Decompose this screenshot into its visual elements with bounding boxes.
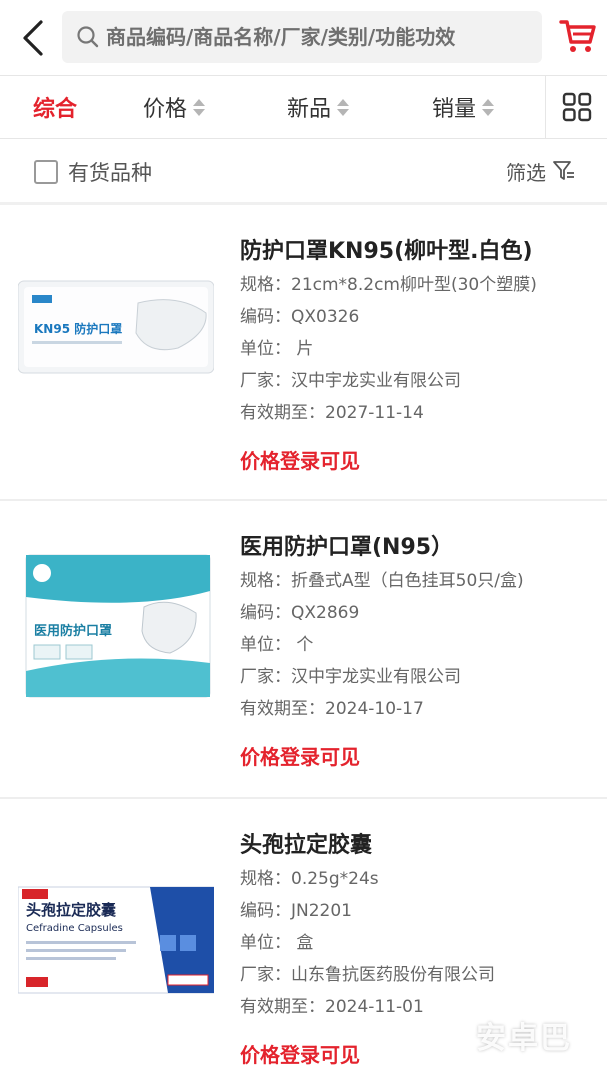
product-code: 编码：JN2201 xyxy=(240,901,352,921)
product-unit: 单位： 个 xyxy=(240,635,314,655)
back-button[interactable] xyxy=(14,16,50,60)
grid-icon xyxy=(562,92,591,122)
chevron-left-icon xyxy=(23,20,43,56)
sort-arrows-icon xyxy=(193,98,206,116)
layout-toggle-button[interactable] xyxy=(545,76,607,138)
sort-tab-label: 综合 xyxy=(33,97,78,122)
product-title: 防护口罩KN95(柳叶型.白色) xyxy=(240,239,533,264)
sort-bar: 综合 价格 新品 销量 xyxy=(0,76,607,138)
product-title: 医用防护口罩(N95） xyxy=(240,535,454,560)
search-input[interactable] xyxy=(106,17,526,57)
sortbar-divider xyxy=(0,138,607,139)
product-image-text: KN95 防护口罩 xyxy=(34,321,122,336)
sort-tab-label: 价格 xyxy=(143,97,188,122)
sort-tab-comprehensive[interactable]: 综合 xyxy=(33,76,77,138)
app-root: 综合 价格 新品 销量 有货品种 筛选 xyxy=(0,0,607,1080)
product-maker: 厂家：汉中宇龙实业有限公司 xyxy=(240,371,461,391)
sort-tab-label: 销量 xyxy=(432,97,477,122)
product-code: 编码：QX2869 xyxy=(240,603,360,623)
filter-funnel-icon xyxy=(553,161,574,180)
sort-tab-label: 新品 xyxy=(287,97,332,122)
product-expiry: 有效期至：2024-10-17 xyxy=(240,699,424,719)
product-spec: 规格：21cm*8.2cm柳叶型(30个塑膜) xyxy=(240,275,537,295)
filter-label: 筛选 xyxy=(506,160,546,185)
product-maker: 厂家：汉中宇龙实业有限公司 xyxy=(240,667,461,687)
product-image-text: 头孢拉定胶囊 xyxy=(26,901,117,919)
product-image: 医用防护口罩 xyxy=(18,551,214,701)
product-spec: 规格：折叠式A型（白色挂耳50只/盒) xyxy=(240,571,524,591)
product-image: 头孢拉定胶囊 Cefradine Capsules xyxy=(18,865,214,1015)
product-title: 头孢拉定胶囊 xyxy=(240,833,373,858)
cart-button[interactable] xyxy=(558,16,598,56)
product-card[interactable]: KN95 防护口罩 防护口罩KN95(柳叶型.白色) 规格：21cm*8.2cm… xyxy=(0,205,607,501)
in-stock-checkbox[interactable]: 有货品种 xyxy=(34,159,152,185)
product-unit: 单位： 盒 xyxy=(240,933,314,953)
sort-tab-new[interactable]: 新品 xyxy=(287,76,350,138)
cart-icon xyxy=(559,20,596,52)
top-header xyxy=(0,0,607,75)
product-image: KN95 防护口罩 xyxy=(18,253,214,403)
product-info: 医用防护口罩(N95） 规格：折叠式A型（白色挂耳50只/盒) 编码：QX286… xyxy=(240,529,590,770)
product-price-login[interactable]: 价格登录可见 xyxy=(240,741,590,770)
product-code: 编码：QX0326 xyxy=(240,307,360,327)
filter-button[interactable]: 筛选 xyxy=(506,156,576,186)
search-icon xyxy=(76,24,102,50)
checkbox-box[interactable] xyxy=(34,160,58,184)
search-box[interactable] xyxy=(62,11,542,63)
sort-tab-sales[interactable]: 销量 xyxy=(432,76,495,138)
filter-bar: 有货品种 筛选 xyxy=(0,140,607,202)
sort-arrows-icon xyxy=(337,98,350,116)
product-price-login[interactable]: 价格登录可见 xyxy=(240,445,590,474)
sort-arrows-icon xyxy=(482,98,495,116)
product-info: 防护口罩KN95(柳叶型.白色) 规格：21cm*8.2cm柳叶型(30个塑膜)… xyxy=(240,233,590,474)
product-maker: 厂家：山东鲁抗医药股份有限公司 xyxy=(240,965,495,985)
sort-tab-price[interactable]: 价格 xyxy=(143,76,206,138)
product-image-subtext: Cefradine Capsules xyxy=(26,923,123,934)
product-unit: 单位： 片 xyxy=(240,339,314,359)
product-image-text: 医用防护口罩 xyxy=(34,623,112,639)
in-stock-label: 有货品种 xyxy=(68,161,152,185)
product-expiry: 有效期至：2027-11-14 xyxy=(240,403,424,423)
product-card[interactable]: 医用防护口罩 医用防护口罩(N95） 规格：折叠式A型（白色挂耳50只/盒) 编… xyxy=(0,501,607,797)
watermark-logo: 安卓巴 xyxy=(476,1021,572,1056)
product-spec: 规格：0.25g*24s xyxy=(240,869,379,889)
